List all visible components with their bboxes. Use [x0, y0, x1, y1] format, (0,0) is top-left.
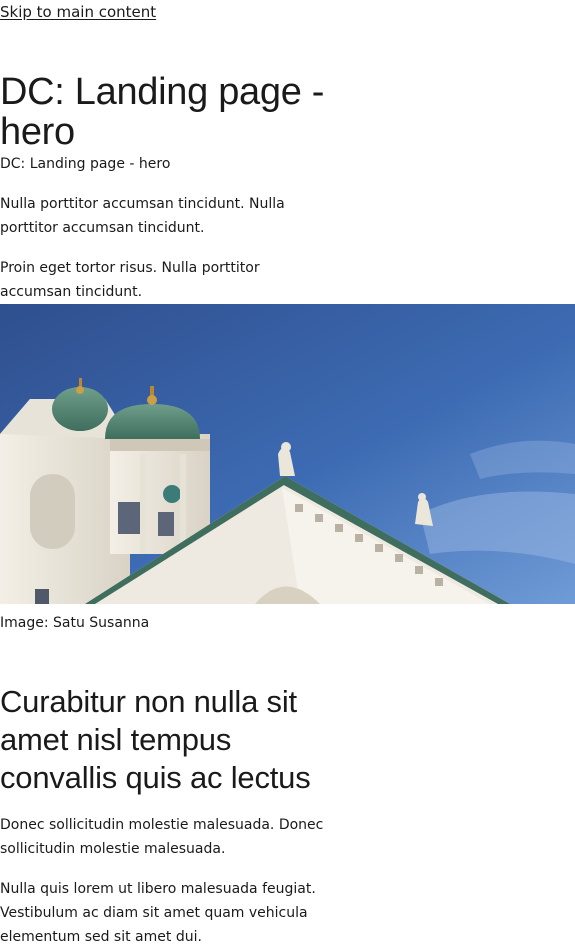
hero-image: [0, 304, 575, 604]
hero-paragraph-1: Nulla porttitor accumsan tincidunt. Null…: [0, 196, 285, 236]
image-caption: Image: Satu Susanna: [0, 615, 150, 631]
hero-paragraph-2: Proin eget tortor risus. Nulla porttitor…: [0, 260, 260, 300]
hero-title: DC: Landing page - hero: [0, 71, 325, 153]
section-paragraph-1: Donec sollicitudin molestie malesuada. D…: [0, 817, 324, 857]
section-title: Curabitur non nulla sit amet nisl tempus…: [0, 684, 311, 795]
skip-to-main-link[interactable]: Skip to main content: [0, 2, 156, 22]
hero-subtitle: DC: Landing page - hero: [0, 156, 171, 172]
section-paragraph-2: Nulla quis lorem ut libero malesuada feu…: [0, 881, 316, 945]
